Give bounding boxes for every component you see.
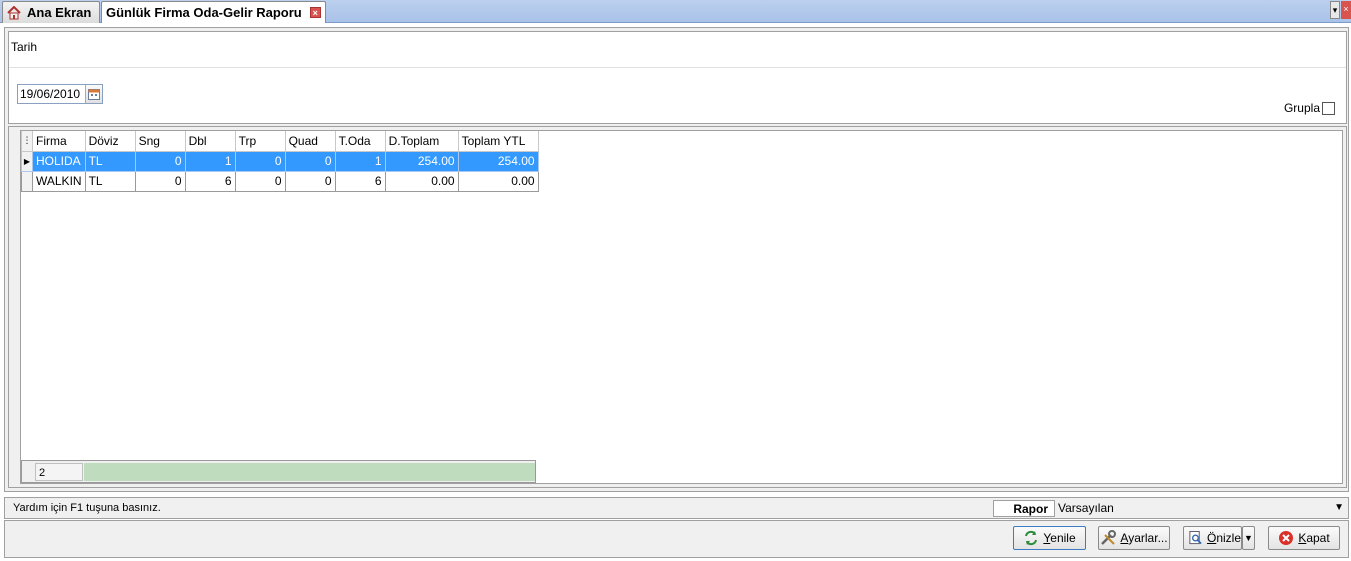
column-header-d-toplam[interactable]: D.Toplam: [384, 131, 459, 152]
grid-header-row: ⋮ Firma Döviz Sng Dbl Trp Quad T.Oda D.T…: [21, 131, 539, 152]
button-bar: Yenile Ayarlar... Önizle ▼ Kapat: [4, 520, 1349, 558]
column-chooser-icon[interactable]: ⋮: [21, 131, 33, 152]
row-count: 2: [35, 463, 83, 481]
tab-label: Ana Ekran: [27, 5, 92, 20]
cell-toplam-ytl[interactable]: 0.00: [457, 170, 539, 192]
tools-icon: [1101, 530, 1117, 545]
cell-trp[interactable]: 0: [234, 170, 286, 192]
table-row[interactable]: ▶ HOLIDA TL 0 1 0 0 1 254.00 254.00: [21, 150, 539, 172]
close-circle-icon: [1279, 531, 1294, 545]
cell-doviz[interactable]: TL: [84, 150, 136, 172]
tab-bar: Ana Ekran Günlük Firma Oda-Gelir Raporu …: [0, 0, 1351, 23]
column-header-t-oda[interactable]: T.Oda: [334, 131, 386, 152]
cell-dbl[interactable]: 6: [184, 170, 236, 192]
group-option[interactable]: Grupla: [1284, 101, 1335, 115]
cell-toplam-ytl[interactable]: 254.00: [457, 150, 539, 172]
refresh-button-label: Yenile: [1043, 531, 1076, 545]
close-button-label: Kapat: [1298, 531, 1330, 545]
refresh-button[interactable]: Yenile: [1013, 526, 1086, 550]
tab-ana-ekran[interactable]: Ana Ekran: [2, 1, 100, 23]
date-value: 19/06/2010: [20, 87, 81, 101]
preview-dropdown-button[interactable]: ▼: [1242, 526, 1255, 550]
chevron-down-icon[interactable]: ▾: [1330, 1, 1340, 19]
tab-gunluk-firma-oda-gelir-raporu[interactable]: Günlük Firma Oda-Gelir Raporu ×: [101, 1, 326, 23]
cell-t-oda[interactable]: 6: [334, 170, 386, 192]
footer-summary-bar: [84, 463, 535, 481]
row-indicator: [21, 170, 33, 192]
report-label: Rapor: [993, 500, 1055, 517]
help-text: Yardım için F1 tuşuna basınız.: [13, 502, 161, 514]
chevron-down-icon: ▼: [1244, 533, 1253, 543]
column-header-firma[interactable]: Firma: [32, 131, 86, 152]
close-icon[interactable]: ×: [1341, 1, 1351, 19]
cell-firma[interactable]: WALKIN: [32, 170, 86, 192]
calendar-button[interactable]: [85, 85, 102, 103]
preview-icon: [1189, 530, 1202, 545]
table-row[interactable]: WALKIN TL 0 6 0 0 6 0.00 0.00: [21, 170, 539, 192]
column-header-quad[interactable]: Quad: [284, 131, 336, 152]
settings-button[interactable]: Ayarlar...: [1098, 526, 1170, 550]
close-icon[interactable]: ×: [309, 7, 321, 18]
cell-sng[interactable]: 0: [134, 170, 186, 192]
group-checkbox[interactable]: [1322, 101, 1335, 115]
column-header-dbl[interactable]: Dbl: [184, 131, 236, 152]
column-header-toplam-ytl[interactable]: Toplam YTL: [457, 131, 539, 152]
cell-quad[interactable]: 0: [284, 150, 336, 172]
cell-t-oda[interactable]: 1: [334, 150, 386, 172]
cell-d-toplam[interactable]: 254.00: [384, 150, 459, 172]
report-select[interactable]: Varsayılan ▼: [1056, 500, 1346, 517]
chevron-down-icon[interactable]: ▼: [1334, 500, 1344, 516]
cell-firma[interactable]: HOLIDA: [32, 150, 86, 172]
filter-panel: [8, 31, 1347, 124]
group-label: Grupla: [1283, 101, 1320, 115]
preview-button[interactable]: Önizle: [1183, 526, 1242, 550]
report-select-value: Varsayılan: [1058, 501, 1114, 515]
cell-quad[interactable]: 0: [284, 170, 336, 192]
cell-trp[interactable]: 0: [234, 150, 286, 172]
refresh-icon: [1025, 530, 1038, 546]
cell-dbl[interactable]: 1: [184, 150, 236, 172]
column-header-doviz[interactable]: Döviz: [84, 131, 136, 152]
grid-footer: 2: [21, 460, 536, 483]
settings-button-label: Ayarlar...: [1120, 531, 1168, 545]
status-bar: Yardım için F1 tuşuna basınız. Rapor Var…: [4, 497, 1349, 519]
row-indicator-icon: ▶: [21, 150, 33, 172]
date-label: Tarih: [11, 40, 38, 54]
tab-label: Günlük Firma Oda-Gelir Raporu: [106, 5, 302, 20]
column-header-trp[interactable]: Trp: [234, 131, 286, 152]
report-grid: ⋮ Firma Döviz Sng Dbl Trp Quad T.Oda D.T…: [21, 131, 539, 192]
close-button[interactable]: Kapat: [1268, 526, 1340, 550]
preview-button-label: Önizle: [1206, 531, 1241, 545]
calendar-icon: [88, 89, 100, 100]
cell-doviz[interactable]: TL: [84, 170, 136, 192]
filter-header-area: [9, 32, 1346, 68]
home-icon: [7, 5, 21, 19]
cell-d-toplam[interactable]: 0.00: [384, 170, 459, 192]
column-header-sng[interactable]: Sng: [134, 131, 186, 152]
date-input[interactable]: 19/06/2010: [17, 84, 103, 104]
cell-sng[interactable]: 0: [134, 150, 186, 172]
